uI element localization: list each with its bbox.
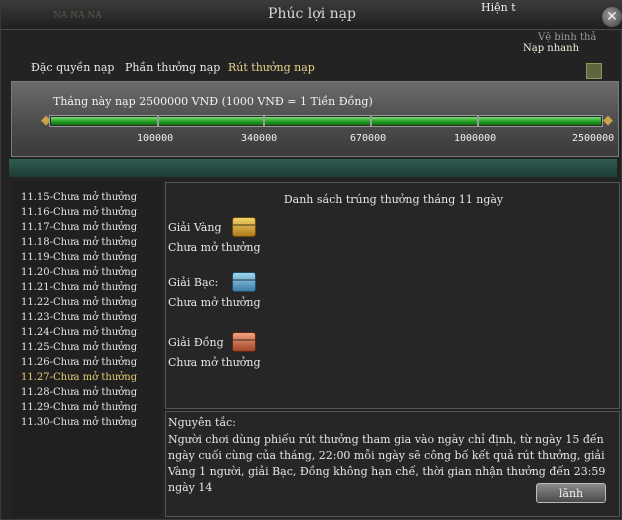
progress-track <box>49 115 603 127</box>
recharge-welfare-window: NA NA NA Phúc lợi nạp Hiện t ✕ Vệ binh t… <box>0 0 622 520</box>
day-list-item[interactable]: 11.19-Chưa mở thưởng <box>21 252 137 263</box>
side-toggle-icon[interactable] <box>586 63 602 79</box>
progress-tick-label: 100000 <box>137 133 174 144</box>
overlay-hien-text: Hiện t <box>481 1 516 14</box>
day-list-item[interactable]: 11.18-Chưa mở thưởng <box>21 237 137 248</box>
day-list-item[interactable]: 11.24-Chưa mở thưởng <box>21 327 137 338</box>
winners-panel: Danh sách trúng thưởng tháng 11 ngày Giả… <box>165 182 620 409</box>
day-list-item-selected[interactable]: 11.27-Chưa mở thưởng <box>21 372 137 383</box>
progress-fill <box>51 117 601 125</box>
bronze-prize-status: Chưa mở thưởng <box>168 356 261 369</box>
progress-tick-label: 670000 <box>350 133 387 144</box>
bronze-chest-icon <box>232 332 256 352</box>
bar-right-cap-icon: ◆ <box>603 113 613 128</box>
silver-prize-status: Chưa mở thưởng <box>168 296 261 309</box>
day-list-item[interactable]: 11.26-Chưa mở thưởng <box>21 357 137 368</box>
rules-title: Nguyên tắc: <box>168 416 236 429</box>
tab-recharge-reward[interactable]: Phần thưởng nạp <box>125 61 220 74</box>
day-list-item[interactable]: 11.25-Chưa mở thưởng <box>21 342 137 353</box>
recharge-progress-bar: ◆ ◆ <box>41 113 613 129</box>
overlay-ve-binh-text: Vệ binh thả <box>538 32 597 43</box>
day-list-item[interactable]: 11.15-Chưa mở thưởng <box>21 192 137 203</box>
claim-reward-button[interactable]: lãnh <box>536 483 606 503</box>
title-bar[interactable]: NA NA NA Phúc lợi nạp <box>1 1 622 30</box>
tab-recharge-privilege[interactable]: Đặc quyền nạp <box>31 61 114 74</box>
day-list-item[interactable]: 11.17-Chưa mở thưởng <box>21 222 137 233</box>
day-list-item[interactable]: 11.21-Chưa mở thưởng <box>21 282 137 293</box>
silver-prize-label: Giải Bạc: <box>168 276 219 289</box>
tab-recharge-lottery[interactable]: Rút thưởng nạp <box>228 61 315 74</box>
day-list-item[interactable]: 11.16-Chưa mở thưởng <box>21 207 137 218</box>
day-list-item[interactable]: 11.30-Chưa mở thưởng <box>21 417 137 428</box>
day-list-item[interactable]: 11.29-Chưa mở thưởng <box>21 402 137 413</box>
progress-tick-label: 340000 <box>241 133 278 144</box>
progress-tick-label: 2500000 <box>572 133 615 144</box>
silver-chest-icon <box>232 272 256 292</box>
gold-prize-status: Chưa mở thưởng <box>168 241 261 254</box>
bronze-prize-label: Giải Đồng <box>168 336 224 349</box>
progress-divider <box>157 116 159 126</box>
window-title: Phúc lợi nạp <box>268 6 356 22</box>
progress-divider <box>370 116 372 126</box>
winners-list-title: Danh sách trúng thưởng tháng 11 ngày <box>283 193 504 206</box>
section-divider-strip <box>9 159 617 177</box>
day-list-item[interactable]: 11.20-Chưa mở thưởng <box>21 267 137 278</box>
progress-divider <box>477 116 479 126</box>
progress-divider <box>263 116 265 126</box>
gold-prize-label: Giải Vàng <box>168 221 222 234</box>
day-list-item[interactable]: 11.28-Chưa mở thưởng <box>21 387 137 398</box>
gold-chest-icon <box>232 217 256 237</box>
day-list-item[interactable]: 11.23-Chưa mở thưởng <box>21 312 137 323</box>
progress-tick-label: 1000000 <box>454 133 497 144</box>
day-list-item[interactable]: 11.22-Chưa mở thưởng <box>21 297 137 308</box>
day-list: 11.15-Chưa mở thưởng 11.16-Chưa mở thưởn… <box>11 181 161 517</box>
close-button[interactable]: ✕ <box>602 7 622 27</box>
quick-recharge-link[interactable]: Nạp nhanh <box>523 43 579 54</box>
monthly-recharge-text: Tháng này nạp 2500000 VNĐ (1000 VNĐ = 1 … <box>53 95 373 108</box>
